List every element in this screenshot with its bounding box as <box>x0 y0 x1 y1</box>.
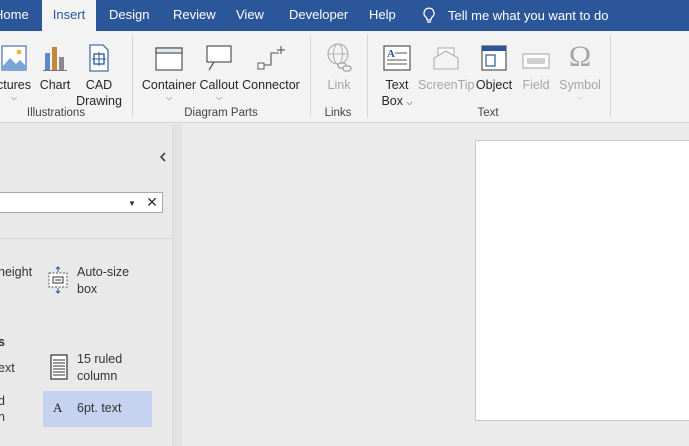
tab-view[interactable]: View <box>236 0 264 31</box>
text-box-button[interactable]: A Text Box ⌵ <box>378 37 416 111</box>
group-separator <box>367 35 368 117</box>
connector-icon <box>257 46 285 70</box>
group-separator <box>610 35 611 117</box>
connector-button[interactable]: Connector <box>241 37 301 93</box>
field-icon <box>522 53 550 69</box>
cad-drawing-button[interactable]: CAD Drawing <box>76 37 122 109</box>
drawing-canvas[interactable] <box>182 124 689 446</box>
panel-scrollbar[interactable] <box>172 124 182 446</box>
auto-size-box-icon <box>48 266 68 294</box>
ribbon-tab-bar: Home Insert Design Review View Developer… <box>0 0 689 31</box>
pictures-button[interactable]: ctures ⌵ <box>0 37 32 103</box>
tell-me-search[interactable]: Tell me what you want to do <box>422 0 608 31</box>
group-separator <box>132 35 133 117</box>
panel-search-input[interactable]: ▼ ✕ <box>0 192 163 213</box>
ribbon: ctures ⌵ Chart CAD Drawing Illustrations <box>0 31 689 123</box>
text-a-icon: A <box>53 400 63 415</box>
panel-section-header: s <box>0 335 5 349</box>
panel-item-auto-size-box[interactable]: Auto-size box <box>77 264 129 298</box>
screentip-button[interactable]: ScreenTip <box>418 37 475 93</box>
tab-developer[interactable]: Developer <box>289 0 348 31</box>
dropdown-arrow-icon[interactable]: ▼ <box>128 199 136 208</box>
link-button[interactable]: Link <box>320 37 358 93</box>
tab-review[interactable]: Review <box>173 0 216 31</box>
group-illustrations-label: Illustrations <box>26 107 86 119</box>
group-text-label: Text <box>477 107 499 119</box>
link-icon <box>327 43 352 72</box>
panel-item-15-ruled-column[interactable]: 15 ruled column <box>77 351 122 385</box>
panel-item-partial-d[interactable]: d <box>0 393 5 410</box>
panel-item-height[interactable]: height <box>0 264 32 281</box>
ruled-column-icon <box>50 354 68 380</box>
chart-button[interactable]: Chart <box>38 37 72 93</box>
panel-item-partial-n[interactable]: n <box>0 409 5 426</box>
tab-home[interactable]: Home <box>0 0 34 31</box>
tab-insert[interactable]: Insert <box>42 0 96 31</box>
callout-button[interactable]: Callout ⌵ <box>198 37 240 103</box>
cad-drawing-icon <box>89 44 109 72</box>
svg-text:A: A <box>387 48 395 60</box>
omega-icon: Ω <box>568 40 592 73</box>
field-button[interactable]: Field <box>518 37 554 93</box>
drawing-page[interactable] <box>475 140 689 421</box>
object-icon <box>481 45 507 71</box>
symbol-button[interactable]: Ω Symbol ⌵ <box>556 37 604 103</box>
tab-design[interactable]: Design <box>109 0 149 31</box>
panel-item-6pt-text[interactable]: A 6pt. text <box>43 391 152 427</box>
group-diagram-parts-label: Diagram Parts <box>184 107 258 119</box>
panel-item-text-partial[interactable]: ext <box>0 360 15 377</box>
text-box-icon: A <box>383 45 411 71</box>
tab-help[interactable]: Help <box>369 0 396 31</box>
chart-icon <box>43 47 67 71</box>
screentip-icon <box>433 47 459 70</box>
shapes-panel: ▼ ✕ height Auto-size box s ext 15 ruled … <box>0 124 172 446</box>
container-icon <box>155 47 183 71</box>
callout-icon <box>206 45 232 71</box>
container-button[interactable]: Container ⌵ <box>141 37 197 103</box>
panel-divider <box>0 238 172 239</box>
picture-icon <box>1 45 27 71</box>
group-links-label: Links <box>324 107 352 119</box>
close-icon[interactable]: ✕ <box>144 194 160 211</box>
chevron-left-icon[interactable] <box>157 151 169 163</box>
group-separator <box>310 35 311 117</box>
lightbulb-icon <box>423 7 435 23</box>
object-button[interactable]: Object <box>475 37 513 93</box>
tell-me-label: Tell me what you want to do <box>448 8 609 23</box>
